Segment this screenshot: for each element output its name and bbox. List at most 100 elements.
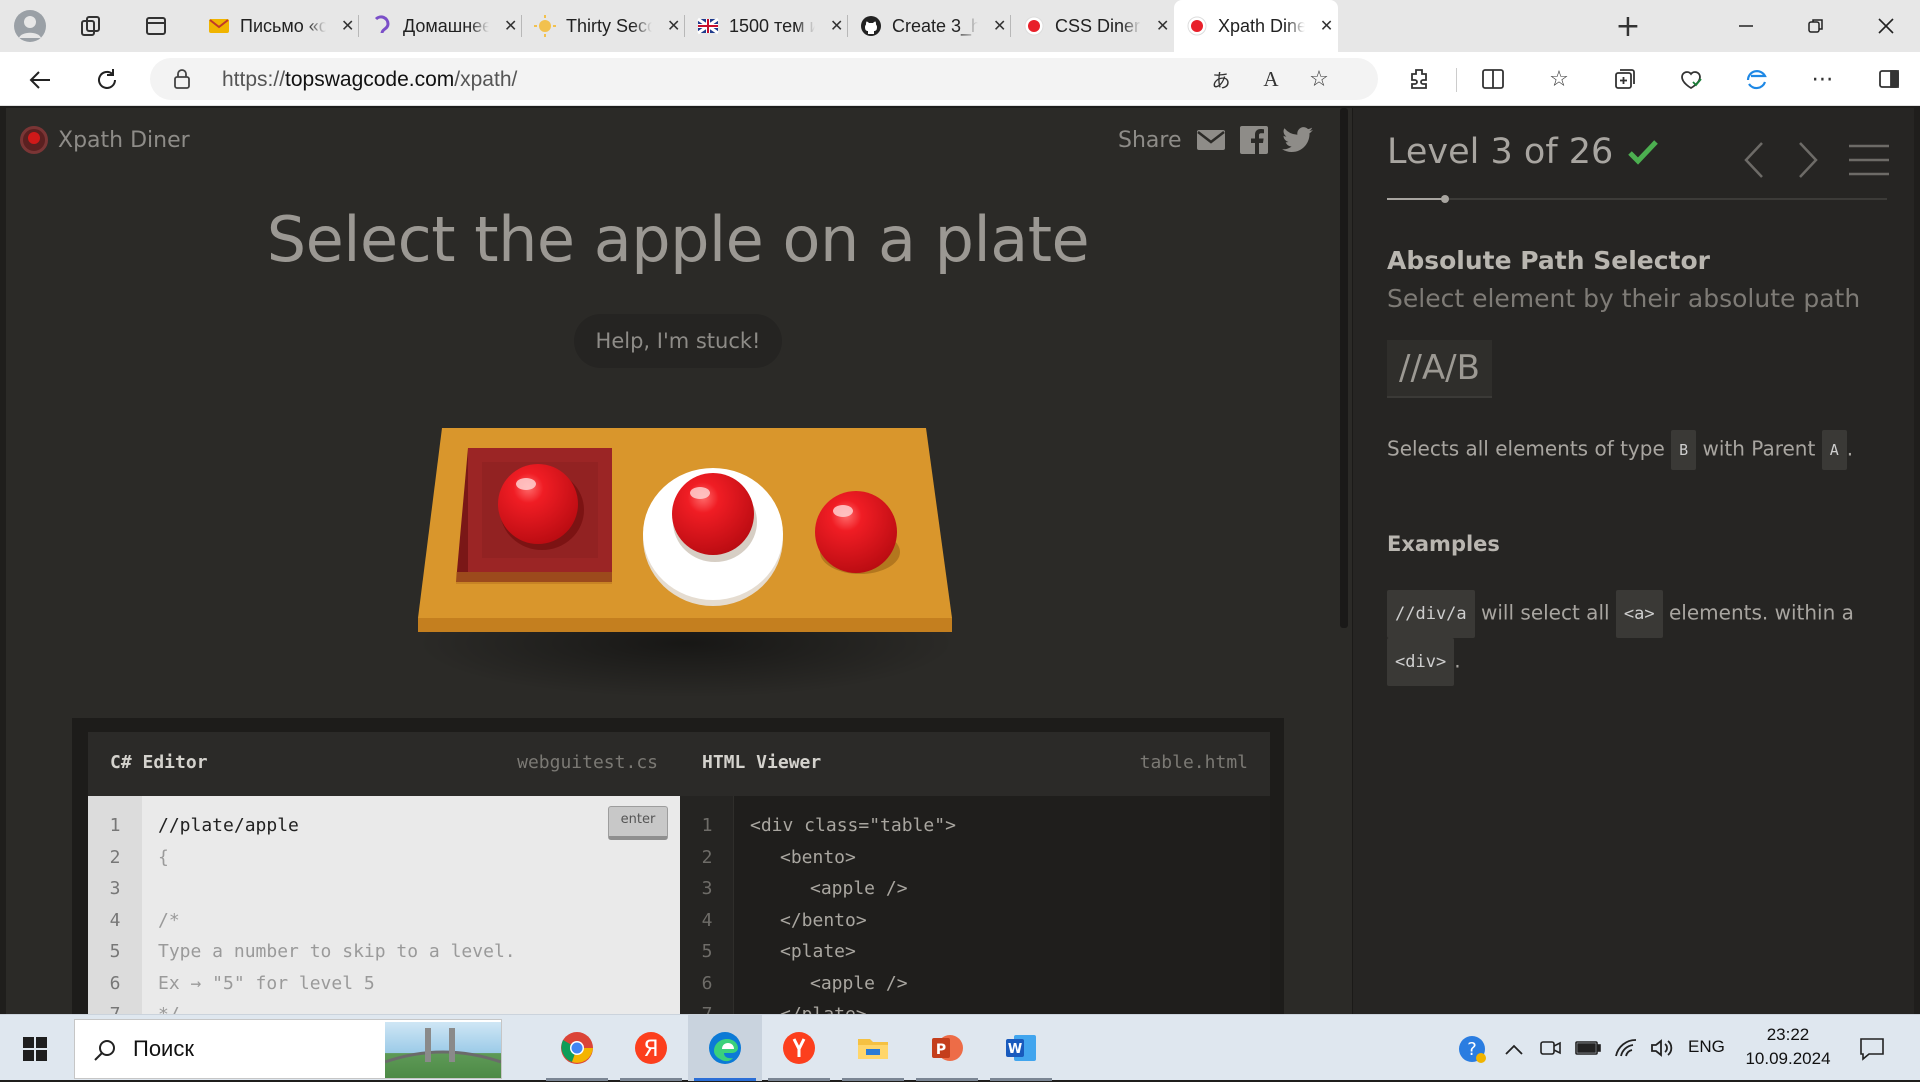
url-text[interactable]: https://topswagcode.com/xpath/ — [222, 68, 517, 92]
email-icon[interactable] — [1196, 128, 1226, 152]
refresh-button[interactable] — [90, 63, 124, 97]
previous-level-button[interactable] — [1739, 140, 1769, 180]
html-markup: <bento> — [780, 846, 856, 868]
xpath-input[interactable]: //plate/apple — [158, 810, 299, 842]
internet-explorer-mode-icon[interactable] — [1742, 64, 1772, 94]
viewer-title: HTML Viewer — [702, 752, 822, 773]
browser-tab-4[interactable]: 1500 тем и во ✕ — [685, 0, 848, 52]
taskbar-app-powerpoint[interactable]: P — [910, 1015, 984, 1081]
app-logo[interactable]: Xpath Diner — [20, 126, 190, 154]
editor-comment: Ex → "5" for level 5 — [158, 972, 375, 994]
tab-title: 1500 тем и во — [729, 15, 816, 36]
taskbar-search-box[interactable]: Поиск — [74, 1019, 502, 1079]
translate-icon[interactable]: あ — [1208, 66, 1234, 92]
wifi-icon[interactable] — [1612, 1035, 1640, 1061]
html-line[interactable]: 7 </plate> — [680, 999, 1270, 1014]
clock-time: 23:22 — [1766, 1025, 1810, 1044]
back-button[interactable] — [24, 63, 58, 97]
editor-comment: { — [158, 846, 169, 868]
browser-tab-6[interactable]: CSS Diner - W ✕ — [1011, 0, 1174, 52]
extensions-icon[interactable] — [1404, 64, 1434, 94]
share-group: Share — [1118, 126, 1314, 154]
workspaces-icon[interactable] — [78, 12, 106, 40]
close-tab-icon[interactable]: ✕ — [499, 16, 522, 36]
restore-button[interactable] — [1800, 10, 1832, 42]
help-button[interactable]: Help, I'm stuck! — [574, 314, 782, 368]
notifications-icon[interactable] — [1856, 1033, 1888, 1065]
twitter-icon[interactable] — [1281, 127, 1314, 153]
facebook-icon[interactable] — [1239, 126, 1268, 154]
selector-name: Absolute Path Selector — [1387, 246, 1711, 275]
tab-title: Thirty Second — [566, 15, 653, 36]
html-line[interactable]: 3 <apple /> — [680, 873, 1270, 905]
browser-essentials-icon[interactable] — [1676, 64, 1706, 94]
close-window-button[interactable] — [1870, 10, 1902, 42]
split-screen-icon[interactable] — [1478, 64, 1508, 94]
help-tray-icon[interactable]: ? — [1456, 1033, 1488, 1065]
minimize-button[interactable] — [1730, 10, 1762, 42]
html-line[interactable]: 2 <bento> — [680, 842, 1270, 874]
tab-actions-icon[interactable] — [142, 12, 170, 40]
next-level-button[interactable] — [1793, 140, 1823, 180]
more-menu-icon[interactable]: ⋯ — [1808, 64, 1838, 94]
taskbar-app-file-explorer[interactable] — [836, 1015, 910, 1081]
favorite-star-icon[interactable]: ☆ — [1306, 66, 1332, 92]
close-tab-icon[interactable]: ✕ — [662, 16, 685, 36]
language-indicator[interactable]: ENG — [1688, 1037, 1725, 1057]
tag-a: A — [1821, 430, 1847, 470]
windows-start-button[interactable] — [10, 1027, 60, 1071]
powerpoint-icon: P — [930, 1031, 964, 1065]
clock-date: 10.09.2024 — [1745, 1049, 1831, 1068]
instruction-heading: Select the apple on a plate — [266, 203, 1090, 276]
editor-line: 5 Type a number to skip to a level. — [88, 936, 680, 968]
battery-icon[interactable] — [1574, 1035, 1602, 1061]
address-field[interactable]: https://topswagcode.com/xpath/ あ A ☆ — [150, 58, 1378, 100]
volume-icon[interactable] — [1648, 1035, 1676, 1061]
read-aloud-icon[interactable]: A — [1258, 66, 1284, 92]
taskbar-app-yandex-browser[interactable]: Я — [614, 1015, 688, 1081]
collections-icon[interactable] — [1610, 64, 1640, 94]
clock[interactable]: 23:22 10.09.2024 — [1738, 1023, 1838, 1071]
line-number: 4 — [701, 909, 713, 931]
html-viewer-header: HTML Viewer table.html — [680, 732, 1270, 796]
html-line[interactable]: 1 <div class="table"> — [680, 810, 1270, 842]
sidebar-toggle-icon[interactable] — [1874, 64, 1904, 94]
browser-tab-2[interactable]: Домашнее за ✕ — [359, 0, 522, 52]
taskbar-app-word[interactable]: W — [984, 1015, 1058, 1081]
example-tag-a: <a> — [1615, 590, 1663, 638]
close-tab-icon[interactable]: ✕ — [336, 16, 359, 36]
line-number: 3 — [701, 878, 713, 899]
html-line[interactable]: 4 </bento> — [680, 905, 1270, 937]
taskbar-app-yandex[interactable] — [762, 1015, 836, 1081]
editor-comment: Type a number to skip to a level. — [158, 941, 516, 962]
new-tab-button[interactable]: + — [1612, 9, 1644, 44]
search-icon — [91, 1036, 119, 1064]
browser-tab-7[interactable]: Xpath Diner - ✕ — [1174, 0, 1338, 52]
profile-avatar-icon[interactable] — [14, 10, 46, 42]
level-header: Level 3 of 26 — [1387, 132, 1659, 172]
browser-tab-5[interactable]: Create 3_hw2 ✕ — [848, 0, 1011, 52]
level-menu-icon[interactable] — [1847, 140, 1891, 180]
close-tab-icon[interactable]: ✕ — [1315, 16, 1338, 36]
browser-tab-3[interactable]: Thirty Second ✕ — [522, 0, 685, 52]
taskbar-app-edge[interactable] — [688, 1015, 762, 1081]
taskbar-app-chrome[interactable] — [540, 1015, 614, 1081]
tag-b: B — [1671, 430, 1697, 470]
svg-text:?: ? — [1467, 1039, 1477, 1060]
line-number: 4 — [109, 909, 121, 931]
sun-icon — [534, 15, 556, 37]
editor-line[interactable]: 1 //plate/apple — [88, 810, 680, 842]
close-tab-icon[interactable]: ✕ — [988, 16, 1011, 36]
close-tab-icon[interactable]: ✕ — [1151, 16, 1174, 36]
search-placeholder: Поиск — [133, 1036, 194, 1061]
lock-icon[interactable] — [170, 67, 194, 91]
browser-tab-1[interactable]: Письмо «скр ✕ — [196, 0, 359, 52]
meet-now-icon[interactable] — [1538, 1035, 1564, 1061]
favorites-icon[interactable]: ☆ — [1544, 64, 1574, 94]
close-tab-icon[interactable]: ✕ — [825, 16, 848, 36]
html-line[interactable]: 5 <plate> — [680, 936, 1270, 968]
level-progress-track — [1387, 195, 1887, 203]
html-line[interactable]: 6 <apple /> — [680, 968, 1270, 1000]
show-hidden-icons[interactable] — [1502, 1037, 1526, 1061]
left-scrollbar[interactable] — [1340, 108, 1348, 628]
